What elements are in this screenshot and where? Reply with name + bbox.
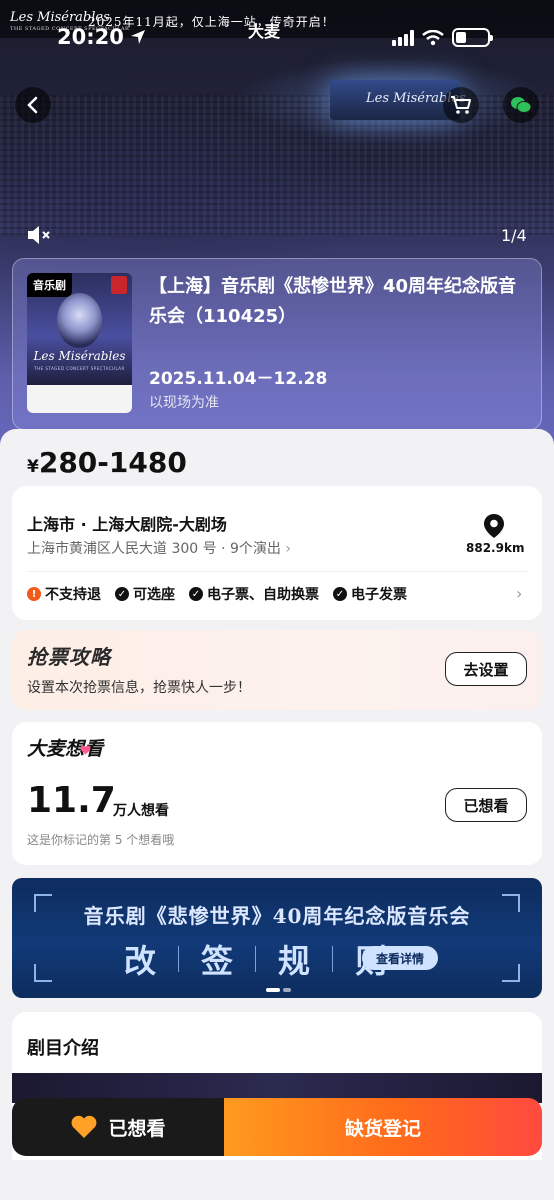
event-title: 【上海】音乐剧《悲惨世界》40周年纪念版音乐会（110425） [149, 276, 517, 327]
check-icon: ✓ [189, 587, 203, 601]
venue-distance: 882.9km [466, 541, 525, 555]
feature-label: 不支持退 [45, 587, 101, 603]
location-arrow-icon [131, 30, 145, 44]
banner-rule-text: 改 签 规 则 [124, 936, 387, 982]
chevron-right-icon[interactable]: › [516, 584, 522, 603]
separator [178, 946, 180, 972]
program-intro-title: 剧目介绍 [27, 1038, 99, 1059]
venue-address-text: 上海市黄浦区人民大道 300 号 · 9个演出 [27, 541, 281, 557]
out-of-stock-register-button[interactable]: 缺货登记 [224, 1098, 542, 1156]
status-time: 20:20 [57, 25, 124, 49]
wanted-action-button[interactable]: 已想看 [12, 1098, 224, 1156]
separator [332, 946, 334, 972]
cellular-signal-icon [392, 29, 414, 46]
back-button[interactable] [15, 87, 51, 123]
feature-label: 电子发票 [351, 587, 407, 603]
go-settings-button[interactable]: 去设置 [445, 652, 527, 686]
wanted-action-label: 已想看 [108, 1117, 166, 1140]
rule-char: 规 [278, 942, 311, 980]
feature-no-refund: ! 不支持退 [27, 584, 101, 604]
carousel-indicator [266, 988, 291, 992]
check-icon: ✓ [115, 587, 129, 601]
brand-logo: 大麦 [248, 22, 281, 41]
rule-char: 签 [201, 942, 234, 980]
carousel-dot-active [266, 988, 280, 992]
battery-icon [452, 28, 493, 47]
check-icon: ✓ [333, 587, 347, 601]
service-features[interactable]: ! 不支持退 ✓ 可选座 ✓ 电子票、自助换票 ✓ 电子发票 [27, 584, 407, 604]
media-pager: 1/4 [501, 226, 527, 245]
banner-corner [34, 964, 52, 982]
heart-icon [80, 745, 91, 755]
view-details-button[interactable]: 查看详情 [362, 946, 438, 970]
venue-name: 上海市 · 上海大剧院-大剧场 [27, 515, 227, 534]
poster-subtitle: THE STAGED CONCERT SPECTACULAR [34, 366, 125, 371]
feature-seat-select: ✓ 可选座 [115, 584, 175, 604]
carousel-dot [283, 988, 291, 992]
mute-icon[interactable] [26, 224, 52, 246]
map-pin-icon[interactable] [483, 513, 505, 539]
status-icons [392, 28, 493, 47]
wifi-icon [422, 29, 444, 45]
cart-button[interactable] [443, 87, 479, 123]
want-note: 这是你标记的第 5 个想看哦 [27, 833, 175, 847]
divider [27, 571, 527, 572]
separator [255, 946, 257, 972]
chevron-left-icon [27, 96, 38, 114]
poster-badge-icon [111, 276, 127, 294]
banner-title: 音乐剧《悲惨世界》40周年纪念版音乐会 [83, 904, 471, 928]
rule-char: 改 [124, 942, 157, 980]
ticket-strategy-title: 抢票攻略 [27, 645, 111, 669]
want-to-see-title: 大麦想看 [27, 738, 104, 760]
top-banner-notice: 2025年11月起，仅上海一站，传奇开启！ [88, 15, 335, 29]
poster-portrait [57, 293, 102, 348]
currency-symbol: ¥ [27, 457, 39, 477]
rebooking-rules-banner[interactable]: 音乐剧《悲惨世界》40周年纪念版音乐会 改 签 规 则 查看详情 [12, 878, 542, 998]
wechat-share-button[interactable] [503, 87, 539, 123]
event-poster[interactable]: 音乐剧 Les Misérables THE STAGED CONCERT SP… [27, 273, 132, 413]
heart-icon [72, 1115, 97, 1138]
bottom-action-bar: 已想看 缺货登记 [12, 1098, 542, 1156]
price-range: ¥280-1480 [27, 446, 187, 479]
warning-icon: ! [27, 587, 41, 601]
bottom-area [0, 1160, 554, 1200]
wechat-icon [511, 97, 532, 113]
poster-title: Les Misérables [33, 349, 126, 363]
cart-icon [451, 96, 471, 114]
poster-category-tag: 音乐剧 [27, 273, 72, 297]
event-date-range: 2025.11.04－12.28 [149, 369, 328, 389]
event-date-note: 以现场为准 [149, 395, 219, 411]
ticket-strategy-desc: 设置本次抢票信息，抢票快人一步！ [27, 680, 251, 696]
want-count-unit: 万人想看 [113, 803, 169, 819]
already-wanted-button[interactable]: 已想看 [445, 788, 527, 822]
want-count: 11.7 [27, 780, 116, 821]
feature-label: 可选座 [133, 587, 175, 603]
feature-e-ticket: ✓ 电子票、自助换票 [189, 584, 319, 604]
venue-address[interactable]: 上海市黄浦区人民大道 300 号 · 9个演出 › [27, 538, 291, 558]
banner-corner [502, 964, 520, 982]
feature-label: 电子票、自助换票 [207, 587, 319, 603]
chevron-right-icon: › [285, 541, 291, 557]
price-value: 280-1480 [38, 446, 187, 479]
feature-e-invoice: ✓ 电子发票 [333, 584, 407, 604]
